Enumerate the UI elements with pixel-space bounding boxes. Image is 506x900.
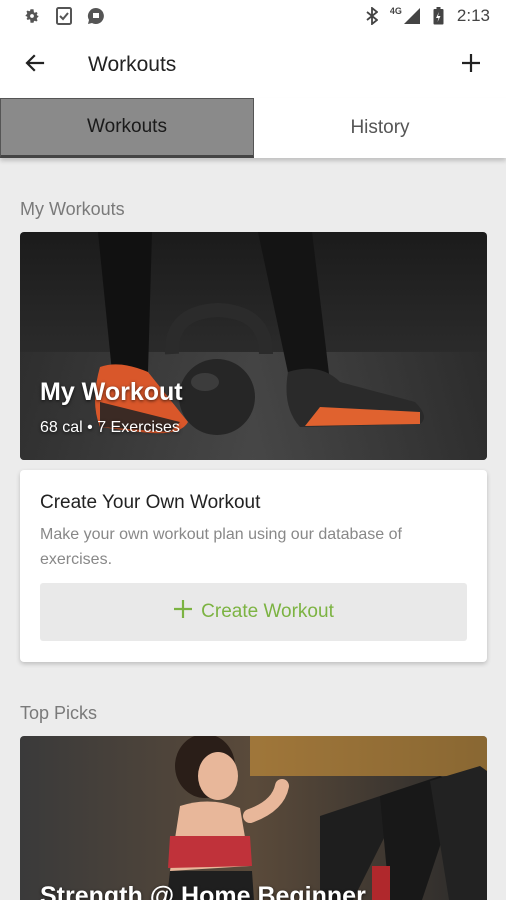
top-pick-title: Strength @ Home Beginner bbox=[40, 882, 366, 900]
tab-history[interactable]: History bbox=[254, 98, 506, 158]
workout-meta: 68 cal • 7 Exercises bbox=[40, 419, 180, 436]
create-card-description: Make your own workout plan using our dat… bbox=[40, 526, 402, 568]
settings-icon bbox=[22, 6, 42, 26]
create-workout-label: Create Workout bbox=[201, 601, 334, 622]
section-label-my-workouts: My Workouts bbox=[20, 199, 125, 219]
battery-icon bbox=[429, 6, 449, 26]
chat-bubble-icon bbox=[86, 6, 106, 26]
create-card-heading: Create Your Own Workout bbox=[40, 492, 261, 513]
plus-icon bbox=[173, 599, 193, 625]
tab-workouts[interactable]: Workouts bbox=[0, 98, 254, 158]
tab-bar: Workouts History bbox=[0, 98, 506, 158]
create-workout-button[interactable]: Create Workout bbox=[40, 583, 467, 641]
network-type: 4G bbox=[389, 6, 402, 16]
app-bar: Workouts bbox=[0, 32, 506, 98]
plus-icon bbox=[459, 51, 483, 80]
create-workout-card: Create Your Own Workout Make your own wo… bbox=[20, 470, 487, 662]
back-button[interactable] bbox=[0, 32, 70, 98]
signal-icon: 4G bbox=[390, 7, 421, 25]
workout-title: My Workout bbox=[40, 378, 183, 406]
status-time: 2:13 bbox=[456, 6, 490, 25]
top-pick-photo bbox=[20, 736, 487, 900]
my-workout-card[interactable]: My Workout 68 cal • 7 Exercises bbox=[20, 232, 487, 460]
top-pick-card[interactable]: Strength @ Home Beginner bbox=[20, 736, 487, 900]
bluetooth-icon bbox=[362, 6, 382, 26]
arrow-left-icon bbox=[23, 51, 47, 80]
page-title: Workouts bbox=[88, 53, 177, 76]
clipboard-check-icon bbox=[54, 6, 74, 26]
status-bar: 4G 2:13 bbox=[0, 0, 506, 32]
add-workout-button[interactable] bbox=[436, 32, 506, 98]
section-label-top-picks: Top Picks bbox=[20, 703, 98, 723]
